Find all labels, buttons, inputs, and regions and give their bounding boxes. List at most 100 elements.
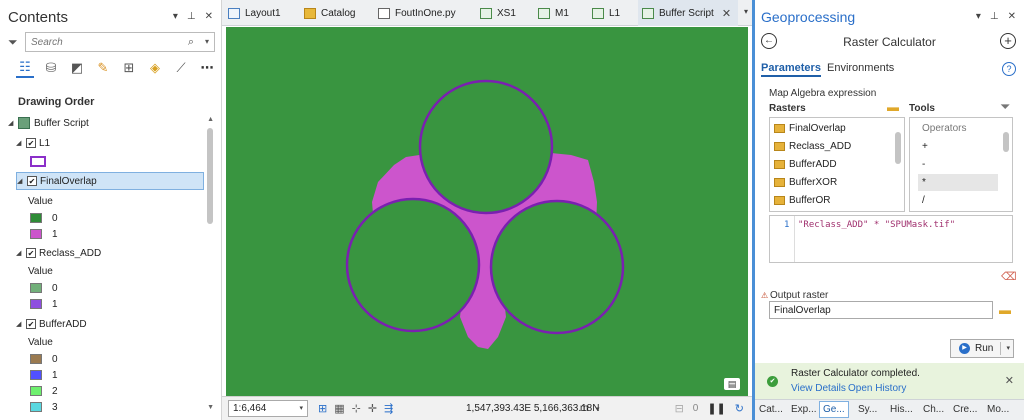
raster-item[interactable]: FinalOverlap (774, 120, 846, 137)
raster-item[interactable]: BufferADD (774, 156, 837, 173)
collapse-triangle-icon[interactable]: ◢ (17, 177, 27, 185)
layer-visibility-checkbox[interactable]: ✔ (27, 176, 37, 186)
operator-item[interactable]: - (918, 156, 998, 173)
operator-item[interactable]: / (918, 192, 998, 209)
contents-search-box[interactable]: ⌕ ▾ (25, 32, 215, 52)
collapse-triangle-icon[interactable]: ◢ (8, 119, 18, 127)
tab-symbology[interactable]: Sy... (858, 404, 877, 415)
coordinate-system-icon[interactable]: ⇶ (384, 402, 393, 415)
scale-selector[interactable]: 1:6,464 ▾ (228, 400, 308, 417)
layer-row-finaloverlap[interactable]: ◢ ✔ FinalOverlap (16, 172, 204, 190)
map-canvas[interactable] (226, 27, 748, 396)
tab-geoprocessing[interactable]: Ge... (819, 401, 849, 418)
legend-swatch[interactable] (30, 299, 42, 309)
options-dropdown-icon[interactable]: ▾ (173, 11, 178, 22)
legend-class[interactable]: 3 (30, 398, 58, 416)
tab-catalog[interactable]: Catalog (300, 0, 355, 26)
map-node[interactable]: ◢ Buffer Script (8, 114, 89, 132)
layer-row-bufferadd[interactable]: ◢ ✔ BufferADD (16, 315, 87, 333)
tab-m1[interactable]: M1 (534, 0, 569, 26)
selected-features-icon[interactable]: ⊟ (675, 402, 684, 415)
contents-search-input[interactable] (26, 33, 186, 51)
tab-overflow-chevron-icon[interactable]: ▾ (744, 7, 748, 16)
crosshair-icon[interactable]: ✛ (368, 402, 377, 415)
list-by-editing-icon[interactable]: ✎ (94, 58, 112, 78)
scroll-up-arrow-icon[interactable]: ▲ (207, 116, 214, 123)
layer-symbol-l1[interactable] (30, 152, 46, 170)
collapse-triangle-icon[interactable]: ◢ (16, 320, 26, 328)
scroll-down-arrow-icon[interactable]: ▼ (207, 404, 214, 411)
refresh-icon[interactable]: ↻ (735, 402, 744, 415)
close-tab-icon[interactable]: ✕ (722, 7, 731, 20)
list-by-snapping-icon[interactable]: ⊞ (120, 58, 138, 78)
map-view[interactable]: ▤ (226, 27, 748, 396)
tools-list[interactable]: Operators + - * / (909, 117, 1013, 212)
map-tips-icon[interactable]: ▤ (724, 378, 740, 390)
raster-item[interactable]: BufferOR (774, 192, 831, 209)
collapse-triangle-icon[interactable]: ◢ (16, 249, 26, 257)
legend-class[interactable]: 1 (30, 225, 58, 243)
close-icon[interactable]: ✕ (205, 11, 213, 22)
rasters-scrollbar-thumb[interactable] (895, 132, 901, 164)
legend-swatch[interactable] (30, 213, 42, 223)
run-dropdown-icon[interactable]: ▾ (1006, 344, 1010, 352)
tab-explore[interactable]: Exp... (791, 404, 817, 415)
layer-row-reclass-add[interactable]: ◢ ✔ Reclass_ADD (16, 244, 101, 262)
legend-swatch[interactable] (30, 370, 42, 380)
layer-visibility-checkbox[interactable]: ✔ (26, 138, 36, 148)
legend-swatch[interactable] (30, 386, 42, 396)
legend-swatch[interactable] (30, 402, 42, 412)
search-icon[interactable]: ⌕ (188, 36, 194, 49)
operator-item[interactable]: * (918, 174, 998, 191)
polygon-outline-symbol[interactable] (30, 155, 46, 167)
tab-buffer-script[interactable]: Buffer Script ✕ (638, 0, 738, 26)
pause-drawing-icon[interactable]: ❚❚ (707, 402, 725, 415)
tab-foutinone-py[interactable]: FoutInOne.py (374, 0, 456, 26)
tab-create[interactable]: Cre... (953, 404, 977, 415)
filter-icon[interactable]: ⏷ (1000, 99, 1010, 115)
tab-xs1[interactable]: XS1 (476, 0, 516, 26)
add-icon[interactable]: + (1000, 33, 1016, 49)
pin-icon[interactable]: ⊥ (990, 11, 999, 22)
close-icon[interactable]: ✕ (1008, 11, 1016, 22)
tab-chart[interactable]: Ch... (923, 404, 944, 415)
snapping-icon[interactable]: ⊹ (352, 402, 361, 415)
list-by-selection-icon[interactable]: ◩ (68, 58, 86, 78)
legend-swatch[interactable] (30, 354, 42, 364)
tab-environments[interactable]: Environments (827, 62, 894, 74)
help-icon[interactable]: ? (1002, 62, 1016, 76)
rasters-list[interactable]: FinalOverlap Reclass_ADD BufferADD Buffe… (769, 117, 905, 212)
legend-swatch[interactable] (30, 229, 42, 239)
contents-scrollbar-thumb[interactable] (207, 128, 213, 224)
layer-visibility-checkbox[interactable]: ✔ (26, 319, 36, 329)
options-dropdown-icon[interactable]: ▾ (976, 11, 981, 22)
run-button[interactable]: ▶ Run ▾ (950, 339, 1014, 358)
layer-visibility-checkbox[interactable]: ✔ (26, 248, 36, 258)
view-details-link[interactable]: View Details (791, 383, 846, 394)
raster-item[interactable]: Reclass_ADD (774, 138, 851, 155)
eraser-icon[interactable]: ⌫ (1001, 270, 1017, 283)
scale-dropdown-icon[interactable]: ▾ (299, 401, 303, 416)
folder-icon[interactable]: ▬ (887, 100, 899, 114)
close-banner-icon[interactable]: ✕ (1005, 374, 1014, 387)
tab-parameters[interactable]: Parameters (761, 62, 821, 77)
tab-l1[interactable]: L1 (588, 0, 620, 26)
raster-item[interactable]: BufferXOR (774, 174, 837, 191)
expression-text[interactable]: "Reclass_ADD" * "SPUMask.tif" (798, 220, 955, 230)
filter-icon[interactable]: ⏷ (8, 35, 18, 50)
more-icon[interactable]: ⋯ (198, 58, 216, 78)
search-dropdown-icon[interactable]: ▾ (205, 37, 209, 46)
units-dropdown-icon[interactable]: ▾ (596, 405, 600, 413)
collapse-triangle-icon[interactable]: ◢ (16, 139, 26, 147)
tab-layout1[interactable]: Layout1 (224, 0, 281, 26)
layer-row-l1[interactable]: ◢ ✔ L1 (16, 134, 50, 152)
fixed-extent-icon[interactable]: ⊞ (318, 402, 327, 415)
expression-editor[interactable]: 1 "Reclass_ADD" * "SPUMask.tif" (769, 215, 1013, 263)
legend-class[interactable]: 1 (30, 295, 58, 313)
browse-folder-icon[interactable]: ▬ (999, 303, 1011, 317)
list-by-labeling-icon[interactable]: ◈ (146, 58, 164, 78)
list-by-source-icon[interactable]: ⛁ (42, 58, 60, 78)
pin-icon[interactable]: ⊥ (187, 11, 196, 22)
tab-modify[interactable]: Mo... (987, 404, 1009, 415)
open-history-link[interactable]: Open History (848, 383, 906, 394)
